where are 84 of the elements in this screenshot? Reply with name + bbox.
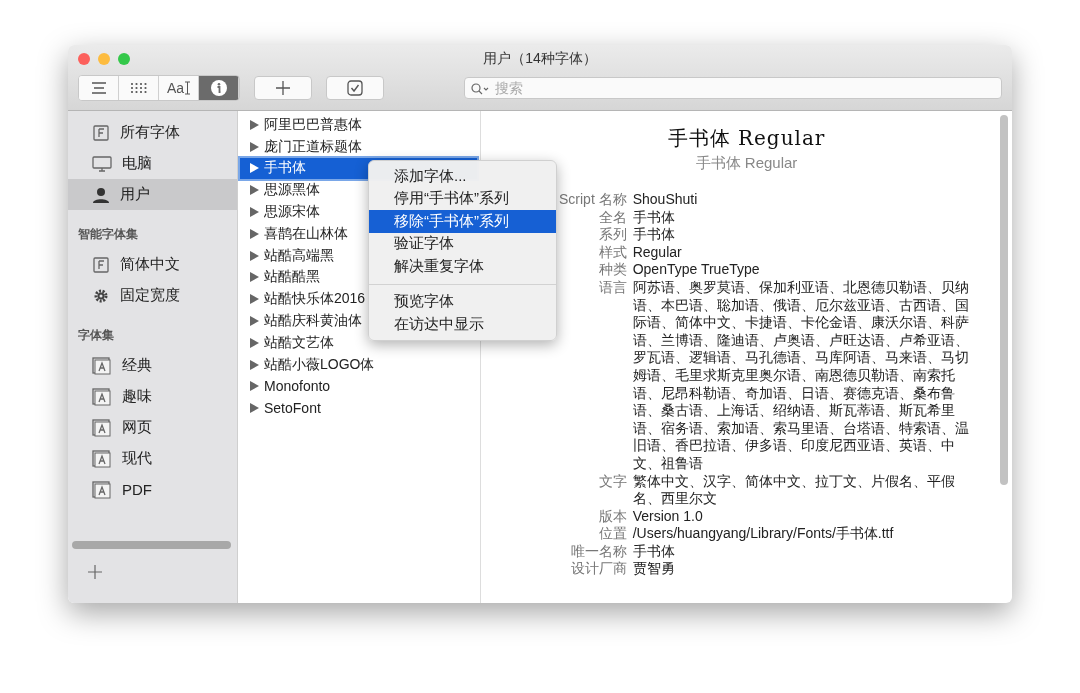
- disclosure-triangle-icon[interactable]: [250, 403, 259, 414]
- menu-item[interactable]: 停用“手书体”系列: [369, 187, 556, 210]
- font-preview-title: 手书体 Regular: [666, 125, 827, 152]
- disclosure-triangle-icon[interactable]: [250, 250, 259, 261]
- info-label: 文字: [597, 472, 627, 491]
- sidebar-item[interactable]: 现代: [68, 443, 237, 474]
- font-collection-icon: [92, 418, 112, 437]
- sidebar-item[interactable]: 简体中文: [68, 249, 237, 280]
- list-icon: [90, 82, 107, 94]
- menu-item[interactable]: 解决重复字体: [369, 255, 556, 278]
- disclosure-triangle-icon[interactable]: [250, 119, 259, 130]
- grid-icon: [129, 82, 148, 94]
- sidebar-item[interactable]: 趣味: [68, 381, 237, 412]
- sidebar-heading: 字体集: [77, 327, 115, 344]
- scrollbar[interactable]: [72, 541, 231, 549]
- sidebar-item[interactable]: 电脑: [68, 148, 237, 179]
- plus-icon: [276, 81, 290, 95]
- info-label: 设计厂商: [569, 560, 627, 579]
- info-value: ShouShuti: [632, 191, 699, 209]
- info-label: 种类: [597, 261, 627, 279]
- sidebar-heading: 智能字体集: [77, 226, 139, 243]
- sidebar-item[interactable]: 所有字体: [68, 117, 237, 148]
- disclosure-triangle-icon[interactable]: [250, 359, 259, 370]
- disclosure-triangle-icon[interactable]: [250, 272, 259, 283]
- info-label: 全名: [597, 208, 627, 227]
- disclosure-triangle-icon[interactable]: [250, 337, 259, 348]
- text-cursor-icon: [185, 81, 191, 95]
- disclosure-triangle-icon[interactable]: [250, 381, 259, 392]
- info-label: 样式: [597, 243, 627, 262]
- font-collection-icon: [92, 387, 112, 406]
- font-row[interactable]: Monofonto: [240, 375, 477, 398]
- font-file-icon: [92, 123, 110, 142]
- info-value: 阿苏语、奥罗莫语、保加利亚语、北恩德贝勒语、贝纳语、本巴语、聡加语、俄语、厄尔兹亚语、古西语、国际语、简体中文、卡捷语、卡伦金语、康沃尔语、科萨语、兰博语、隆迪语、卢奥语、卢旺达语、卢希亚语、罗瓦语、逻辑语、马孔德语、马库阿语、马来语、马切姆语、毛里求斯克里奥尔语、南恩德贝勒语、南索托语、尼昂科勒语、奇加语、日语、赛德克语、桑布鲁语、桑古语、上海话、绍纳语、斯瓦蒂语、斯瓦希里语、宿务语、索加语、索马里语、台塔语、特索语、温旧语、香巴拉语、伊多语、印度尼西亚语、英语、中文、祖鲁语: [632, 278, 970, 473]
- info-value: 贾智勇: [632, 560, 676, 579]
- menu-item[interactable]: 预览字体: [369, 290, 556, 313]
- font-row[interactable]: 站酷小薇LOGO体: [240, 353, 477, 376]
- view-button[interactable]: [199, 76, 239, 100]
- info-value: OpenType TrueType: [632, 261, 761, 279]
- add-button[interactable]: [254, 76, 312, 100]
- sidebar-item[interactable]: 网页: [68, 412, 237, 443]
- monitor-icon: [92, 154, 112, 173]
- font-file-icon: [92, 255, 110, 274]
- info-value: 手书体: [632, 208, 676, 227]
- sidebar-item[interactable]: 经典: [68, 350, 237, 381]
- disclosure-triangle-icon[interactable]: [250, 207, 259, 218]
- menu-item[interactable]: 验证字体: [369, 232, 556, 255]
- info-label: 语言: [597, 278, 627, 297]
- info-label: 系列: [597, 226, 627, 244]
- disclosure-triangle-icon[interactable]: [250, 316, 259, 327]
- font-collection-icon: [92, 449, 112, 468]
- info-label: 唯一名称: [569, 542, 627, 561]
- sidebar-item[interactable]: 用户: [68, 179, 237, 210]
- sidebar-item[interactable]: PDF: [68, 474, 237, 505]
- user-icon: [92, 185, 110, 204]
- disclosure-triangle-icon[interactable]: [250, 163, 259, 174]
- info-value: Version 1.0: [632, 507, 704, 526]
- font-row[interactable]: 阿里巴巴普惠体: [240, 114, 477, 136]
- info-value: Regular: [632, 243, 683, 262]
- font-collection-icon: [92, 356, 112, 375]
- view-button[interactable]: [79, 76, 119, 100]
- menu-item[interactable]: 移除“手书体”系列: [369, 210, 556, 233]
- disclosure-triangle-icon[interactable]: [250, 185, 259, 196]
- font-preview-subtitle: 手书体 Regular: [694, 154, 799, 173]
- info-value: 手书体: [632, 542, 676, 561]
- info-label: 版本: [597, 507, 627, 526]
- disclosure-triangle-icon[interactable]: [250, 141, 259, 152]
- info-icon: [210, 80, 227, 96]
- font-collection-icon: [92, 480, 112, 499]
- info-value: 繁体中文、汉字、简体中文、拉丁文、片假名、平假名、西里尔文: [632, 472, 956, 508]
- checkbox-icon: [347, 80, 363, 96]
- disclosure-triangle-icon[interactable]: [250, 294, 259, 305]
- info-value: /Users/huangyang/Library/Fonts/手书体.ttf: [632, 525, 895, 543]
- validate-button[interactable]: [326, 76, 384, 100]
- info-value: 手书体: [632, 226, 676, 244]
- search-field[interactable]: 搜索: [464, 77, 1002, 99]
- scrollbar[interactable]: [1000, 115, 1008, 485]
- sidebar-item[interactable]: 固定宽度: [68, 280, 237, 311]
- info-label: Script 名称: [559, 191, 627, 209]
- disclosure-triangle-icon[interactable]: [250, 228, 259, 239]
- window-title: 用户（14种字体）: [482, 50, 598, 68]
- font-row[interactable]: SetoFont: [240, 397, 477, 420]
- search-icon: [471, 83, 489, 95]
- font-row[interactable]: 庞门正道标题体: [240, 135, 477, 158]
- info-label: 位置: [597, 525, 627, 543]
